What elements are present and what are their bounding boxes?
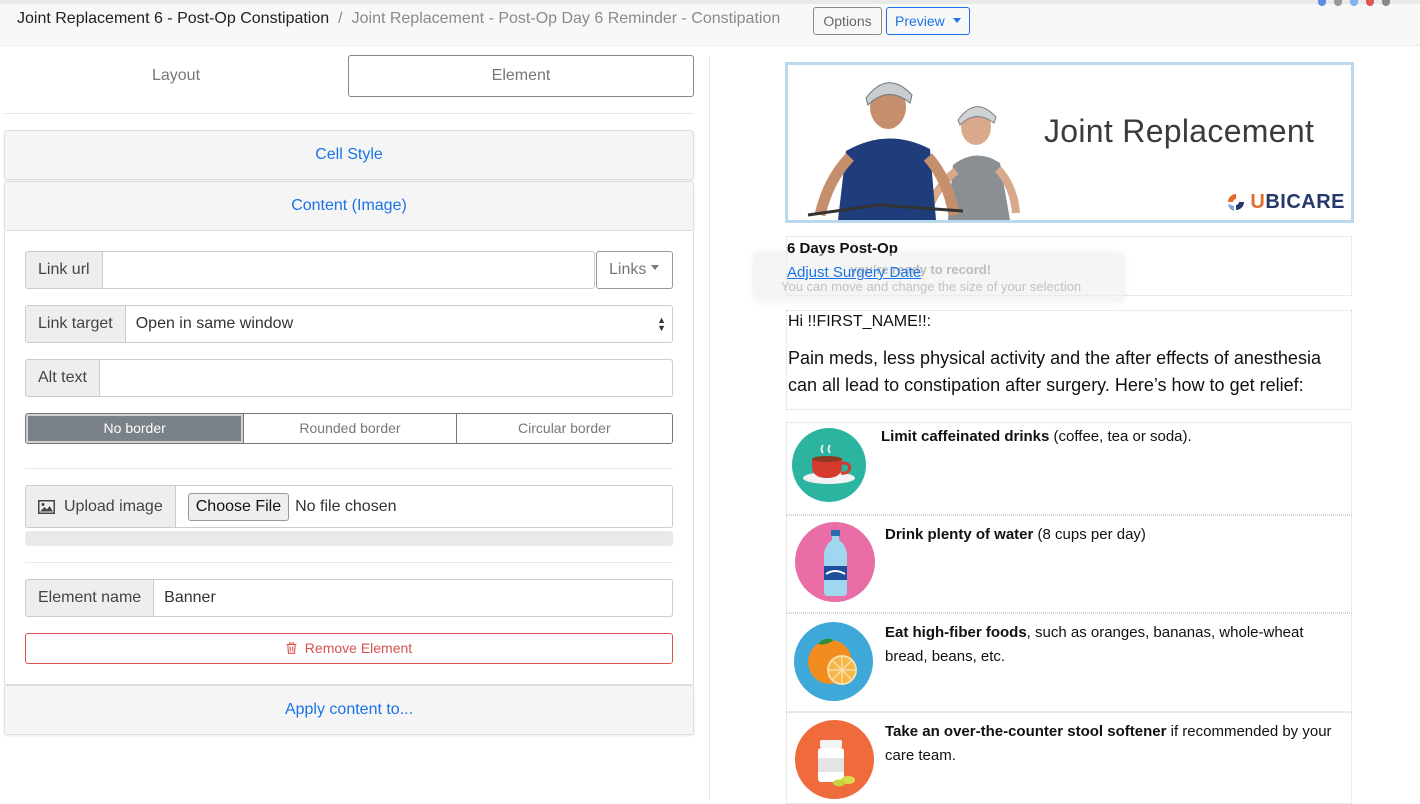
preview-label: Preview bbox=[895, 13, 945, 29]
element-name-input[interactable]: Banner bbox=[154, 580, 672, 616]
greeting-text: Hi !!FIRST_NAME!!: bbox=[788, 313, 932, 330]
links-label: Links bbox=[609, 261, 647, 278]
water-bottle-icon bbox=[795, 522, 875, 602]
file-status: No file chosen bbox=[295, 497, 397, 515]
adjust-surgery-date-link[interactable]: Adjust Surgery Date bbox=[787, 264, 921, 281]
browser-extension-icons bbox=[1318, 0, 1390, 6]
tip-text: Limit caffeinated drinks (coffee, tea or… bbox=[881, 428, 1192, 445]
alt-text-input[interactable] bbox=[100, 360, 672, 396]
trash-icon bbox=[286, 642, 297, 655]
top-bar: Joint Replacement 6 - Post-Op Constipati… bbox=[0, 0, 1420, 46]
browser-strip bbox=[0, 0, 1420, 4]
intro-paragraph: Pain meds, less physical activity and th… bbox=[788, 348, 1321, 395]
remove-element-label: Remove Element bbox=[304, 640, 413, 656]
breadcrumb-message: Joint Replacement - Post-Op Day 6 Remind… bbox=[351, 10, 781, 27]
form-divider bbox=[25, 562, 673, 563]
link-url-group: Link url bbox=[25, 251, 595, 289]
banner-image[interactable]: Joint Replacement UBICARE bbox=[785, 62, 1354, 223]
tab-layout[interactable]: Layout bbox=[4, 56, 348, 96]
content-image-panel-header[interactable]: Content (Image) bbox=[4, 181, 694, 231]
upload-image-label: Upload image bbox=[26, 486, 176, 527]
tip-text: Drink plenty of water (8 cups per day) bbox=[885, 526, 1146, 543]
ubicare-logo-mark bbox=[1228, 193, 1245, 211]
alt-text-label: Alt text bbox=[26, 360, 100, 396]
link-target-value: Open in same window bbox=[135, 315, 294, 332]
select-arrows-icon: ▲ ▼ bbox=[657, 315, 666, 333]
element-name-group: Element name Banner bbox=[25, 579, 673, 617]
border-style-toggle: No border Rounded border Circular border bbox=[25, 413, 673, 444]
link-target-select[interactable]: Open in same window ▲ ▼ bbox=[126, 306, 672, 342]
link-url-label: Link url bbox=[26, 252, 103, 288]
extension-icon[interactable] bbox=[1334, 0, 1342, 6]
ubicare-logo-text: UBICARE bbox=[1250, 191, 1345, 213]
apply-content-panel-header[interactable]: Apply content to... bbox=[4, 685, 694, 735]
extension-icon[interactable] bbox=[1382, 0, 1390, 6]
cyclists-photo bbox=[807, 82, 1020, 220]
tab-element[interactable]: Element bbox=[348, 55, 694, 97]
upload-progress-bar bbox=[25, 531, 673, 546]
preview-dropdown-button[interactable]: Preview bbox=[886, 7, 970, 35]
no-border-option[interactable]: No border bbox=[26, 414, 245, 443]
image-icon bbox=[38, 499, 55, 514]
upload-image-group: Upload image Choose File No file chosen bbox=[25, 485, 673, 528]
file-input: Choose File No file chosen bbox=[176, 486, 672, 527]
caret-down-icon bbox=[651, 265, 660, 271]
coffee-cup-icon bbox=[792, 428, 866, 502]
pane-divider[interactable] bbox=[709, 56, 710, 800]
options-button[interactable]: Options bbox=[813, 7, 882, 35]
remove-element-button[interactable]: Remove Element bbox=[25, 633, 673, 664]
element-name-label: Element name bbox=[26, 580, 155, 616]
link-url-input[interactable] bbox=[103, 252, 594, 288]
extension-icon[interactable] bbox=[1318, 0, 1326, 6]
rounded-border-option[interactable]: Rounded border bbox=[244, 414, 457, 443]
alt-text-group: Alt text bbox=[25, 359, 673, 397]
choose-file-button[interactable]: Choose File bbox=[187, 492, 290, 521]
tip-text: Eat high-fiber foods, such as oranges, b… bbox=[885, 624, 1304, 665]
extension-icon[interactable] bbox=[1366, 0, 1374, 6]
extension-icon[interactable] bbox=[1350, 0, 1358, 6]
orange-icon bbox=[794, 622, 873, 701]
link-target-group: Link target Open in same window ▲ ▼ bbox=[25, 305, 673, 343]
breadcrumb: Joint Replacement 6 - Post-Op Constipati… bbox=[17, 10, 780, 28]
upload-image-text: Upload image bbox=[64, 498, 163, 515]
tip-text: Take an over-the-counter stool softener … bbox=[885, 723, 1332, 764]
links-dropdown-button[interactable]: Links bbox=[596, 251, 673, 289]
link-target-label: Link target bbox=[26, 306, 126, 342]
banner-title: Joint Replacement bbox=[1044, 113, 1315, 149]
caret-down-icon bbox=[952, 17, 961, 23]
tabs-divider bbox=[4, 113, 694, 114]
ubicare-logo: UBICARE bbox=[1226, 191, 1345, 214]
cell-style-panel-header[interactable]: Cell Style bbox=[4, 130, 694, 180]
toast-body: You can move and change the size of your… bbox=[781, 279, 1082, 294]
breadcrumb-separator: / bbox=[338, 10, 343, 27]
breadcrumb-campaign[interactable]: Joint Replacement 6 - Post-Op Constipati… bbox=[17, 10, 329, 27]
circular-border-option[interactable]: Circular border bbox=[456, 414, 672, 443]
pill-bottle-icon bbox=[795, 720, 874, 799]
form-divider bbox=[25, 468, 673, 469]
